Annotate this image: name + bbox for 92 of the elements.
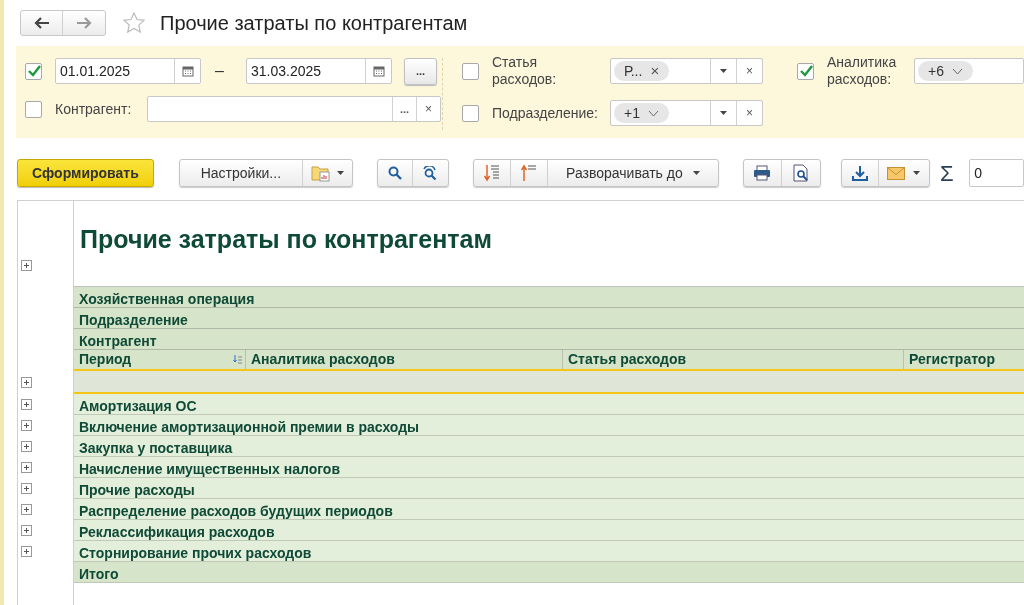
group-text: Реклассификация расходов: [78, 524, 275, 540]
check-icon: [798, 64, 813, 78]
dash-text: –: [215, 61, 225, 81]
expand-icon[interactable]: [21, 504, 32, 515]
column-header[interactable]: Период: [74, 350, 246, 369]
tag-text: +6: [928, 61, 944, 81]
expand-icon[interactable]: [21, 377, 32, 388]
group-text: Итого: [78, 566, 119, 582]
caret-icon: [913, 171, 921, 175]
document-search-icon: [792, 164, 809, 182]
group-row[interactable]: Закупка у поставщика: [74, 436, 1024, 457]
chevron-down-icon: [951, 67, 963, 75]
column-header[interactable]: Статья расходов: [563, 350, 904, 369]
field-label: Контрагент:: [55, 99, 133, 119]
chevron-down-icon: [647, 109, 659, 117]
total-row[interactable]: Итого: [74, 562, 1024, 583]
select-button[interactable]: ...: [392, 97, 416, 121]
caret-icon: [720, 69, 727, 73]
download-icon: [851, 165, 868, 181]
group-row[interactable]: Начисление имущественных налогов: [74, 457, 1024, 478]
column-header[interactable]: Регистратор: [904, 350, 1024, 369]
expand-icon[interactable]: [21, 525, 32, 536]
group-text: Закупка у поставщика: [78, 440, 233, 456]
report-title: Прочие затраты по контрагентам: [80, 224, 492, 255]
checkbox[interactable]: [25, 100, 42, 118]
expand-icon[interactable]: [21, 420, 32, 431]
sort-down-list-icon: [483, 164, 500, 182]
filter-tag[interactable]: +1: [614, 103, 669, 123]
right-arrow-icon: [76, 17, 92, 29]
checkbox[interactable]: [797, 62, 814, 80]
group-row[interactable]: Прочие расходы: [74, 478, 1024, 499]
envelope-icon: [887, 166, 906, 180]
counterparty-field[interactable]: ... ×: [147, 96, 441, 122]
tag-text: +1: [624, 103, 640, 123]
caret-icon: [692, 171, 700, 175]
tag-text: Р...: [624, 61, 643, 81]
group-row[interactable]: Сторнирование прочих расходов: [74, 541, 1024, 562]
group-text: Прочие расходы: [78, 482, 195, 498]
filter-tag[interactable]: Р... ×: [614, 61, 670, 81]
sum-field[interactable]: 0: [969, 159, 1024, 187]
date-from-field[interactable]: 01.01.2025: [55, 58, 201, 84]
group-text: Начисление имущественных налогов: [78, 461, 340, 477]
expense-analytics-field[interactable]: +6: [914, 58, 1024, 84]
group-row[interactable]: Включение амортизационной премии в расходы: [74, 415, 1024, 436]
search-icon: [387, 166, 402, 180]
calendar-icon: [372, 65, 385, 77]
group-text: Амортизация ОС: [78, 398, 197, 414]
expand-icon[interactable]: [21, 399, 32, 410]
field-label: Аналитика расходов:: [827, 54, 898, 88]
period-more-button[interactable]: ...: [404, 57, 437, 85]
checkbox[interactable]: [25, 62, 42, 80]
check-icon: [26, 64, 41, 78]
expand-icon[interactable]: [21, 462, 32, 473]
checkbox[interactable]: [462, 62, 479, 80]
window-title: Прочие затраты по контрагентам: [160, 11, 468, 36]
search-refresh-icon: [422, 166, 439, 180]
department-field[interactable]: +1 ×: [610, 100, 763, 126]
calendar-icon: [181, 65, 194, 77]
group-text: Распределение расходов будущих периодов: [78, 503, 393, 519]
date-to-field[interactable]: 31.03.2025: [246, 58, 392, 84]
expense-item-field[interactable]: Р... × ×: [610, 58, 763, 84]
filter-tag[interactable]: +6: [918, 61, 973, 81]
left-arrow-icon: [33, 17, 50, 29]
group-text: Включение амортизационной премии в расходы: [78, 419, 420, 435]
group-row[interactable]: Амортизация ОС: [74, 394, 1024, 415]
header-text: Подразделение: [78, 312, 188, 328]
star-icon[interactable]: [122, 11, 146, 35]
group-text: Сторнирование прочих расходов: [78, 545, 312, 561]
header-text: Хозяйственная операция: [78, 291, 255, 307]
sort-icon: [233, 355, 243, 364]
generate-button[interactable]: Сформировать: [17, 159, 154, 187]
sort-up-list-icon: [520, 164, 537, 182]
field-label: Статья расходов:: [492, 54, 558, 88]
group-row[interactable]: Реклассификация расходов: [74, 520, 1024, 541]
checkbox[interactable]: [462, 104, 479, 122]
tag-remove-icon[interactable]: ×: [650, 59, 660, 83]
clear-button[interactable]: ×: [416, 97, 440, 121]
expand-icon[interactable]: [21, 546, 32, 557]
caret-icon: [336, 171, 344, 175]
folder-report-icon: [310, 164, 331, 182]
caret-icon: [720, 111, 727, 115]
expand-icon[interactable]: [21, 260, 32, 271]
expand-icon[interactable]: [21, 483, 32, 494]
expand-icon[interactable]: [21, 441, 32, 452]
sum-sign: Σ: [939, 159, 955, 188]
printer-icon: [753, 165, 772, 181]
header-text: Контрагент: [78, 333, 157, 349]
clear-button[interactable]: ×: [736, 101, 762, 125]
field-label: Подразделение:: [492, 103, 599, 123]
clear-button[interactable]: ×: [736, 59, 762, 83]
column-header[interactable]: Аналитика расходов: [246, 350, 563, 369]
group-row[interactable]: Распределение расходов будущих периодов: [74, 499, 1024, 520]
